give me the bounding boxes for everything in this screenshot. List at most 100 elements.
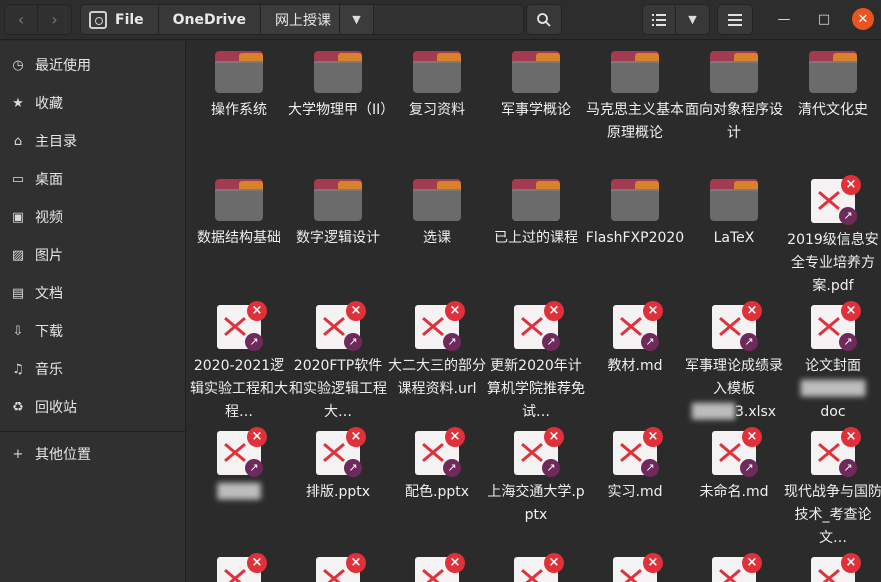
folder-item[interactable]: 数据结构基础 bbox=[189, 179, 289, 250]
breadcrumb-current[interactable]: 网上授课 bbox=[260, 4, 340, 35]
file-item[interactable]: ×↗ bbox=[585, 553, 685, 582]
sidebar-item-videos[interactable]: ▣ 视频 bbox=[0, 199, 186, 235]
folder-item[interactable]: 复习资料 bbox=[387, 51, 487, 122]
close-button[interactable]: ✕ bbox=[852, 8, 874, 30]
folder-item[interactable]: 大学物理甲（II） bbox=[288, 51, 394, 122]
sidebar-item-starred[interactable]: ★ 收藏 bbox=[0, 85, 186, 121]
sidebar-item-home[interactable]: ⌂ 主目录 bbox=[0, 123, 186, 159]
view-dropdown-button[interactable]: ▼ bbox=[676, 4, 710, 35]
file-name: 马克思主义基本原理概论 bbox=[586, 102, 684, 141]
sidebar-item-label: 下载 bbox=[35, 324, 63, 340]
folder-item[interactable]: 马克思主义基本原理概论 bbox=[585, 51, 685, 145]
file-item[interactable]: ×↗ bbox=[189, 553, 289, 582]
folder-item[interactable]: LaTeX bbox=[684, 179, 784, 250]
breadcrumb-dropdown-button[interactable]: ▼ bbox=[339, 4, 374, 35]
file-item[interactable]: ×↗ bbox=[288, 553, 388, 582]
maximize-button[interactable]: □ bbox=[813, 8, 835, 30]
home-icon: ⌂ bbox=[13, 133, 23, 149]
list-view-button[interactable] bbox=[642, 4, 676, 35]
folder-icon bbox=[512, 51, 560, 93]
menu-button[interactable] bbox=[717, 4, 753, 35]
folder-item[interactable]: 操作系统 bbox=[189, 51, 289, 122]
back-button[interactable]: ‹ bbox=[4, 4, 38, 35]
folder-item[interactable]: 数字逻辑设计 bbox=[288, 179, 388, 250]
broken-link-file-icon: ×↗ bbox=[811, 427, 861, 477]
sidebar-item-label: 桌面 bbox=[35, 172, 63, 188]
folder-item[interactable]: 面向对象程序设计 bbox=[684, 51, 784, 145]
trash-icon: ♻ bbox=[12, 399, 24, 415]
file-item[interactable]: × ↗ 大二大三的部分课程资料.url bbox=[387, 301, 487, 401]
blurred-text: ██████ bbox=[800, 381, 866, 397]
search-button[interactable] bbox=[526, 4, 562, 35]
file-name: 面向对象程序设计 bbox=[685, 102, 783, 141]
file-item[interactable]: × ↗ 军事理论成绩录入模板 ████3.xlsx bbox=[684, 301, 784, 424]
file-item[interactable]: × ↗ 2019级信息安全专业培养方案.pdf bbox=[783, 175, 881, 298]
navigation-buttons: ‹ › bbox=[4, 4, 72, 35]
sidebar-item-desktop[interactable]: ▭ 桌面 bbox=[0, 161, 186, 197]
sidebar-item-other-locations[interactable]: + 其他位置 bbox=[0, 436, 186, 472]
file-name: 配色.pptx bbox=[405, 484, 469, 500]
file-name-text: 军事理论成绩录入模板 bbox=[685, 358, 783, 397]
clock-icon: ◷ bbox=[12, 57, 24, 73]
file-item[interactable]: × ↗ 2020-2021逻辑实验工程和大程… bbox=[189, 301, 289, 424]
file-item[interactable]: ×↗ bbox=[387, 553, 487, 582]
file-item[interactable]: × ↗ 配色.pptx bbox=[387, 427, 487, 504]
folder-item[interactable]: 选课 bbox=[387, 179, 487, 250]
music-icon: ♫ bbox=[12, 361, 24, 377]
broken-link-file-icon: ×↗ bbox=[712, 301, 762, 351]
file-item[interactable]: × ↗ 教材.md bbox=[585, 301, 685, 378]
triangle-down-icon: ▼ bbox=[688, 13, 697, 26]
folder-item[interactable]: 已上过的课程 bbox=[486, 179, 586, 250]
download-icon: ⇩ bbox=[12, 323, 24, 339]
broken-link-file-icon: ×↗ bbox=[316, 301, 366, 351]
forward-button[interactable]: › bbox=[38, 4, 72, 35]
breadcrumb-file[interactable]: File bbox=[80, 4, 159, 35]
file-name: 军事理论成绩录入模板 ████3.xlsx bbox=[684, 355, 784, 424]
header-bar: ‹ › File OneDrive 网上授课 ▼ ▼ — □ ✕ bbox=[0, 0, 881, 40]
broken-link-file-icon: ×↗ bbox=[514, 553, 564, 582]
folder-item[interactable]: FlashFXP2020 bbox=[585, 179, 685, 250]
file-item[interactable]: × ↗ ████ bbox=[189, 427, 289, 504]
sidebar-item-label: 回收站 bbox=[35, 400, 77, 416]
file-item[interactable]: × ↗ 未命名.md bbox=[684, 427, 784, 504]
sidebar-item-label: 音乐 bbox=[35, 362, 63, 378]
minimize-button[interactable]: — bbox=[773, 8, 795, 30]
broken-link-file-icon: ×↗ bbox=[217, 427, 267, 477]
file-item[interactable]: × ↗ 排版.pptx bbox=[288, 427, 388, 504]
sidebar-item-pictures[interactable]: ▨ 图片 bbox=[0, 237, 186, 273]
sidebar-item-label: 文档 bbox=[35, 286, 63, 302]
file-item[interactable]: ×↗ bbox=[486, 553, 586, 582]
path-bar: File OneDrive 网上授课 ▼ bbox=[80, 4, 524, 35]
folder-icon bbox=[314, 179, 362, 221]
hamburger-icon bbox=[728, 13, 742, 26]
file-name: 2020-2021逻辑实验工程和大程… bbox=[190, 358, 288, 420]
file-item[interactable]: × ↗ 实习.md bbox=[585, 427, 685, 504]
search-icon bbox=[537, 12, 551, 27]
file-item[interactable]: × ↗ 现代战争与国防技术_考查论文… bbox=[783, 427, 881, 550]
sidebar-item-recent[interactable]: ◷ 最近使用 bbox=[0, 47, 186, 83]
file-name: 操作系统 bbox=[211, 102, 267, 118]
file-name: 2019级信息安全专业培养方案.pdf bbox=[787, 232, 879, 294]
file-name: 军事学概论 bbox=[501, 102, 571, 118]
file-item[interactable]: × ↗ 上海交通大学.pptx bbox=[486, 427, 586, 527]
file-item[interactable]: × ↗ 2020FTP软件和实验逻辑工程大… bbox=[288, 301, 388, 424]
file-name: 数字逻辑设计 bbox=[296, 230, 380, 246]
file-item[interactable]: × ↗ 更新2020年计算机学院推荐免试… bbox=[486, 301, 586, 424]
folder-item[interactable]: 军事学概论 bbox=[486, 51, 586, 122]
folder-item[interactable]: 清代文化史 bbox=[783, 51, 881, 122]
breadcrumb-onedrive[interactable]: OneDrive bbox=[158, 4, 261, 35]
file-name: 教材.md bbox=[607, 358, 663, 374]
sidebar-divider bbox=[0, 431, 186, 432]
folder-icon bbox=[413, 51, 461, 93]
file-name: 复习资料 bbox=[409, 102, 465, 118]
sidebar-item-trash[interactable]: ♻ 回收站 bbox=[0, 389, 186, 425]
minimize-icon: — bbox=[777, 11, 791, 27]
file-item[interactable]: × ↗ 论文封面 ██████ doc bbox=[783, 301, 881, 424]
sidebar-item-music[interactable]: ♫ 音乐 bbox=[0, 351, 186, 387]
folder-icon bbox=[809, 51, 857, 93]
file-item[interactable]: ×↗ bbox=[783, 553, 881, 582]
sidebar-item-label: 最近使用 bbox=[35, 58, 91, 74]
file-item[interactable]: ×↗ bbox=[684, 553, 784, 582]
sidebar-item-documents[interactable]: ▤ 文档 bbox=[0, 275, 186, 311]
sidebar-item-downloads[interactable]: ⇩ 下载 bbox=[0, 313, 186, 349]
